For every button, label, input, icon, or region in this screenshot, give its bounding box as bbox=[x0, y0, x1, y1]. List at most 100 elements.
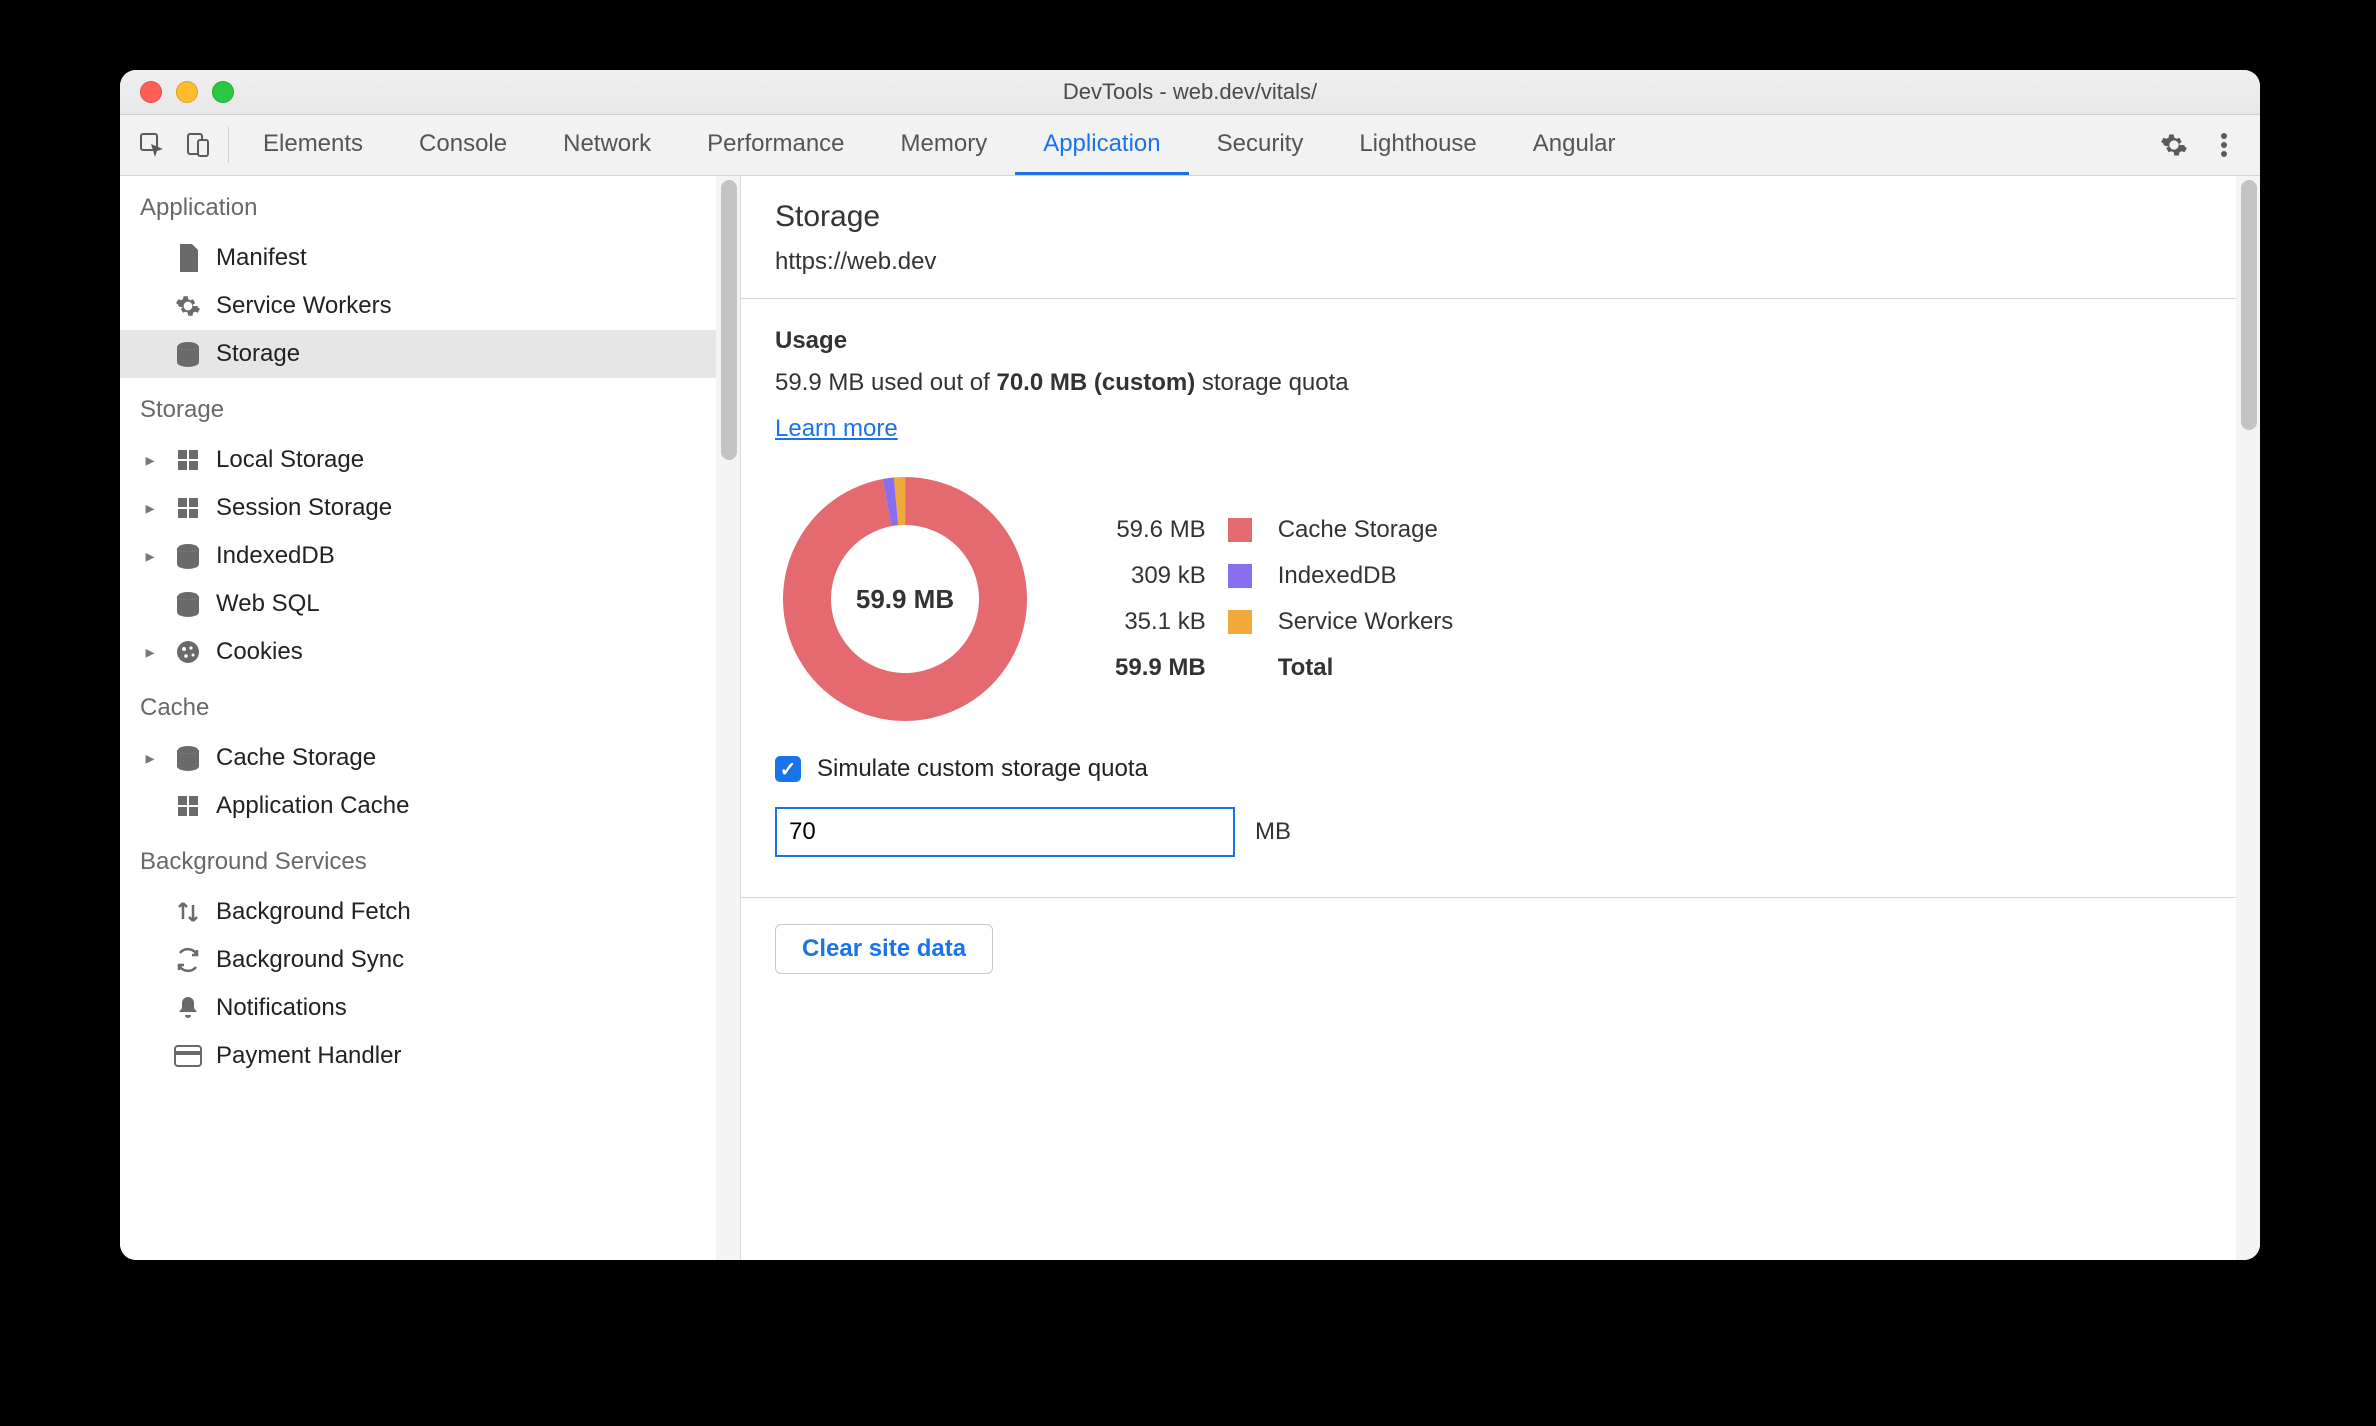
settings-icon[interactable] bbox=[2160, 131, 2188, 159]
tabstrip-separator bbox=[228, 127, 229, 163]
sync-icon bbox=[174, 946, 202, 974]
sidebar-item-label: Manifest bbox=[216, 244, 307, 272]
grid-icon bbox=[174, 446, 202, 474]
grid-icon bbox=[174, 792, 202, 820]
legend-label: Service Workers bbox=[1278, 608, 1454, 636]
tab-angular[interactable]: Angular bbox=[1505, 115, 1644, 175]
tabstrip: ElementsConsoleNetworkPerformanceMemoryA… bbox=[120, 115, 2260, 176]
database-icon bbox=[174, 542, 202, 570]
legend-total-label: Total bbox=[1278, 654, 1454, 682]
grid-icon bbox=[174, 494, 202, 522]
sidebar-item-label: Application Cache bbox=[216, 792, 409, 820]
legend-label: IndexedDB bbox=[1278, 562, 1454, 590]
tab-security[interactable]: Security bbox=[1189, 115, 1332, 175]
tab-elements[interactable]: Elements bbox=[235, 115, 391, 175]
devtools-window: DevTools - web.dev/vitals/ bbox=[120, 70, 2260, 1260]
sidebar-item-label: Web SQL bbox=[216, 590, 320, 618]
minimize-window-button[interactable] bbox=[176, 81, 198, 103]
bell-icon bbox=[174, 994, 202, 1022]
window-title: DevTools - web.dev/vitals/ bbox=[120, 79, 2260, 105]
quota-unit: MB bbox=[1255, 818, 1291, 846]
clear-site-data-button[interactable]: Clear site data bbox=[775, 924, 993, 974]
sidebar-item-notifications[interactable]: Notifications bbox=[120, 984, 740, 1032]
quota-input[interactable] bbox=[775, 807, 1235, 857]
tab-performance[interactable]: Performance bbox=[679, 115, 872, 175]
origin-url: https://web.dev bbox=[775, 248, 2226, 276]
sidebar-item-cookies[interactable]: ▸ Cookies bbox=[120, 628, 740, 676]
simulate-quota-label: Simulate custom storage quota bbox=[817, 755, 1148, 783]
chevron-right-icon: ▸ bbox=[142, 450, 158, 471]
sidebar-item-label: Storage bbox=[216, 340, 300, 368]
device-toggle-icon[interactable] bbox=[184, 131, 212, 159]
sidebar-scrollbar-thumb[interactable] bbox=[721, 180, 737, 460]
legend-swatch bbox=[1228, 564, 1252, 588]
usage-legend: 59.6 MBCache Storage309 kBIndexedDB35.1 … bbox=[1115, 516, 1453, 682]
sidebar-item-label: Background Sync bbox=[216, 946, 404, 974]
sidebar-item-service-workers[interactable]: Service Workers bbox=[120, 282, 740, 330]
card-icon bbox=[174, 1042, 202, 1070]
sidebar-item-local-storage[interactable]: ▸ Local Storage bbox=[120, 436, 740, 484]
sidebar-item-label: Service Workers bbox=[216, 292, 392, 320]
database-icon bbox=[174, 744, 202, 772]
legend-total-swatch bbox=[1228, 656, 1252, 680]
legend-value: 309 kB bbox=[1115, 562, 1206, 590]
sidebar-item-application-cache[interactable]: Application Cache bbox=[120, 782, 740, 830]
sidebar-item-manifest[interactable]: Manifest bbox=[120, 234, 740, 282]
sidebar-item-label: Cookies bbox=[216, 638, 303, 666]
chevron-right-icon: ▸ bbox=[142, 642, 158, 663]
usage-join: used out of bbox=[864, 369, 996, 396]
more-icon[interactable] bbox=[2210, 131, 2238, 159]
sidebar-item-background-fetch[interactable]: Background Fetch bbox=[120, 888, 740, 936]
sidebar-item-session-storage[interactable]: ▸ Session Storage bbox=[120, 484, 740, 532]
sidebar-item-label: Background Fetch bbox=[216, 898, 411, 926]
close-window-button[interactable] bbox=[140, 81, 162, 103]
usage-heading: Usage bbox=[775, 327, 2226, 355]
gear-icon bbox=[174, 292, 202, 320]
main-scrollbar-thumb[interactable] bbox=[2241, 180, 2257, 430]
sidebar-item-label: Local Storage bbox=[216, 446, 364, 474]
legend-label: Cache Storage bbox=[1278, 516, 1454, 544]
usage-quota: 70.0 MB (custom) bbox=[996, 369, 1195, 396]
sidebar-item-background-sync[interactable]: Background Sync bbox=[120, 936, 740, 984]
database-icon bbox=[174, 340, 202, 368]
tab-network[interactable]: Network bbox=[535, 115, 679, 175]
sidebar-item-storage[interactable]: Storage bbox=[120, 330, 740, 378]
simulate-quota-checkbox[interactable]: ✓ bbox=[775, 756, 801, 782]
tab-application[interactable]: Application bbox=[1015, 115, 1188, 175]
donut-center-label: 59.9 MB bbox=[856, 584, 954, 615]
titlebar: DevTools - web.dev/vitals/ bbox=[120, 70, 2260, 115]
sidebar-section-title: Storage bbox=[120, 378, 740, 436]
cookie-icon bbox=[174, 638, 202, 666]
database-icon bbox=[174, 590, 202, 618]
manifest-icon bbox=[174, 244, 202, 272]
tab-lighthouse[interactable]: Lighthouse bbox=[1331, 115, 1504, 175]
page-title: Storage bbox=[775, 200, 2226, 234]
sidebar-item-label: Notifications bbox=[216, 994, 347, 1022]
sidebar-item-cache-storage[interactable]: ▸Cache Storage bbox=[120, 734, 740, 782]
sidebar-item-label: Payment Handler bbox=[216, 1042, 401, 1070]
learn-more-link[interactable]: Learn more bbox=[775, 415, 898, 443]
sidebar-section-title: Cache bbox=[120, 676, 740, 734]
maximize-window-button[interactable] bbox=[212, 81, 234, 103]
sidebar-item-label: IndexedDB bbox=[216, 542, 335, 570]
chevron-right-icon: ▸ bbox=[142, 498, 158, 519]
sidebar-item-indexeddb[interactable]: ▸ IndexedDB bbox=[120, 532, 740, 580]
traffic-lights bbox=[120, 81, 234, 103]
sidebar-section-title: Background Services bbox=[120, 830, 740, 888]
usage-line: 59.9 MB used out of 70.0 MB (custom) sto… bbox=[775, 369, 2226, 397]
legend-swatch bbox=[1228, 518, 1252, 542]
divider bbox=[741, 298, 2260, 299]
sidebar-item-payment-handler[interactable]: Payment Handler bbox=[120, 1032, 740, 1080]
inspect-icon[interactable] bbox=[138, 131, 166, 159]
sidebar: ApplicationManifestService WorkersStorag… bbox=[120, 176, 741, 1260]
sidebar-item-web-sql[interactable]: Web SQL bbox=[120, 580, 740, 628]
sidebar-item-label: Session Storage bbox=[216, 494, 392, 522]
usage-used: 59.9 MB bbox=[775, 369, 864, 396]
usage-donut-chart: 59.9 MB bbox=[775, 469, 1035, 729]
tab-memory[interactable]: Memory bbox=[873, 115, 1016, 175]
divider bbox=[741, 897, 2260, 898]
chevron-right-icon: ▸ bbox=[142, 748, 158, 769]
tab-console[interactable]: Console bbox=[391, 115, 535, 175]
chevron-right-icon: ▸ bbox=[142, 546, 158, 567]
arrows-updown-icon bbox=[174, 898, 202, 926]
